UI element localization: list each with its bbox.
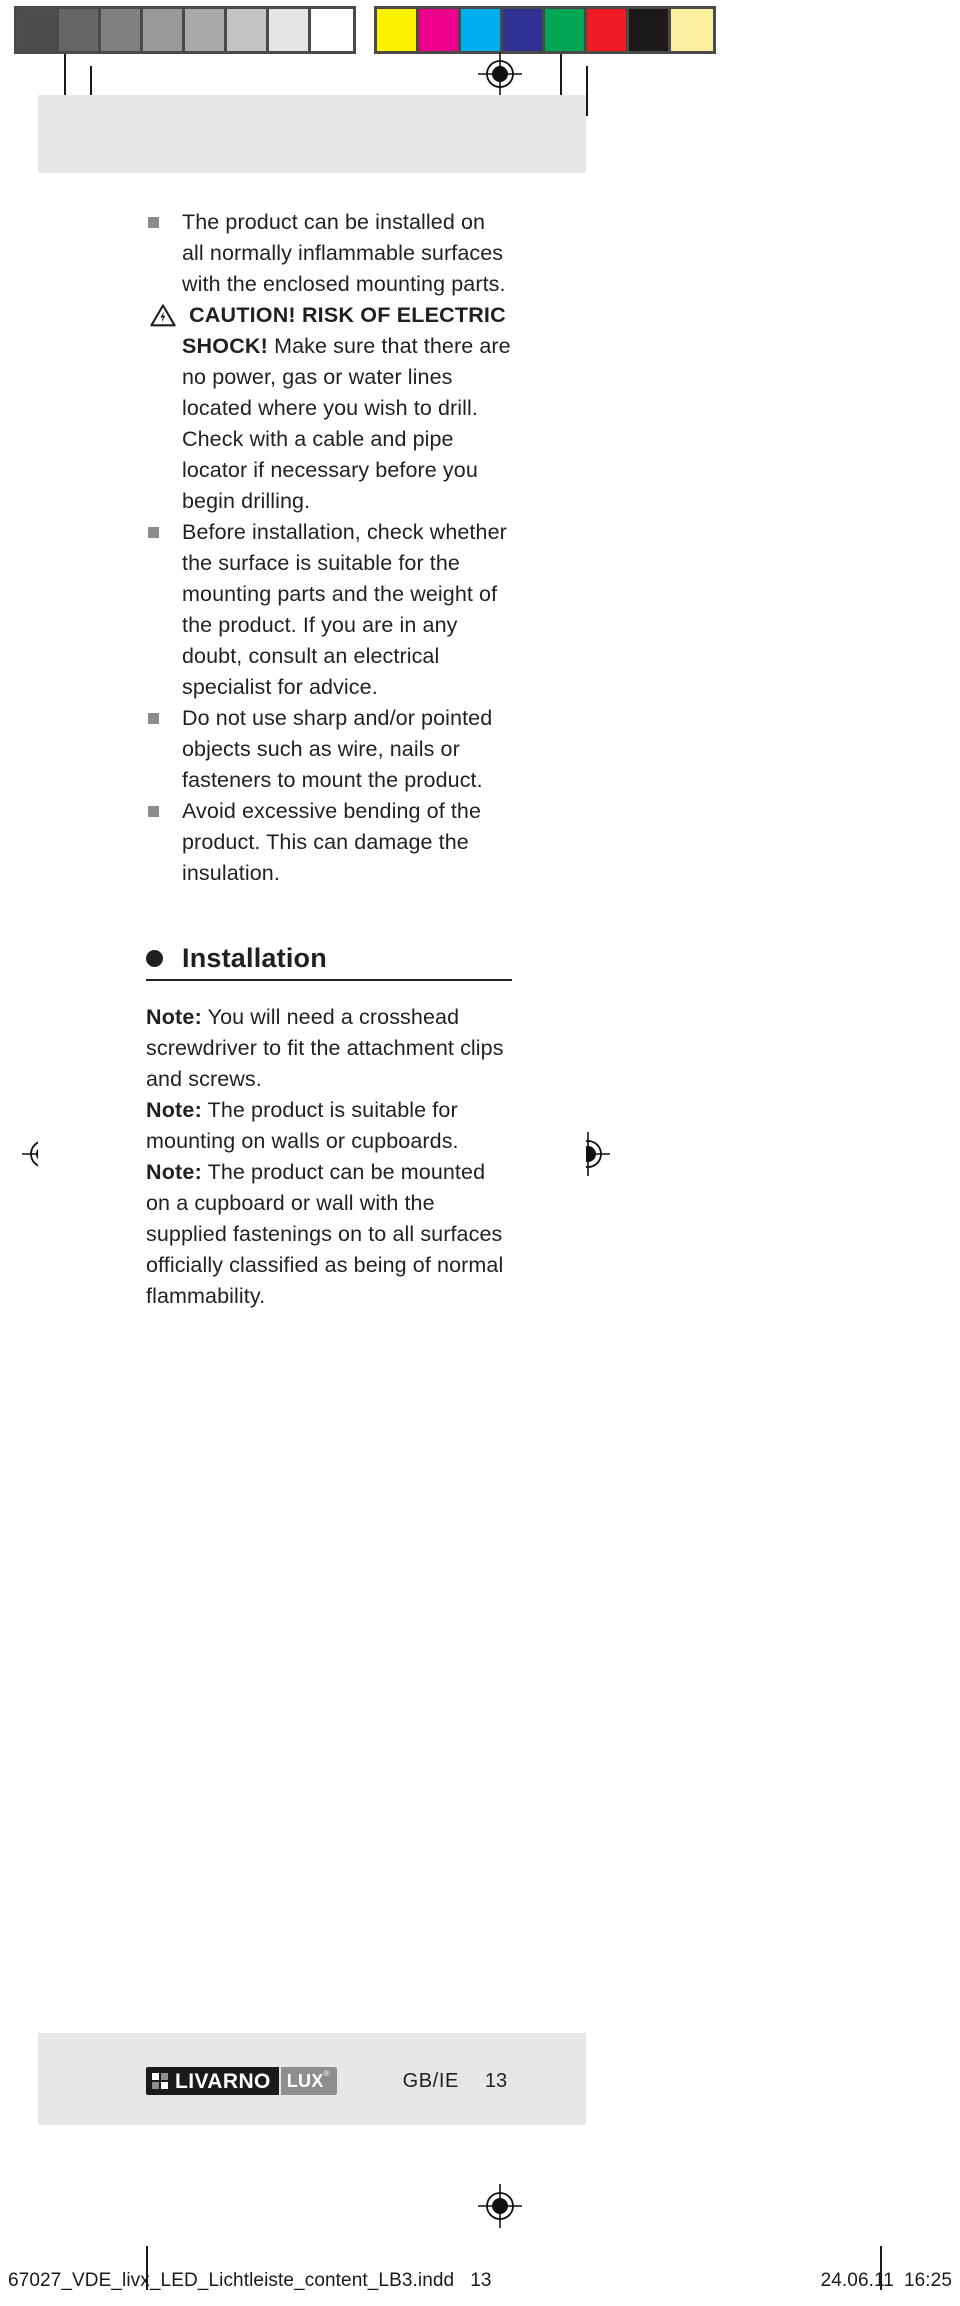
logo-lux-text: LUX	[286, 2071, 324, 2091]
registration-mark-bottom	[478, 2184, 522, 2228]
list-item-caution: CAUTION! RISK OF ELECTRIC SHOCK! Make su…	[146, 300, 512, 517]
note-paragraph: Note: You will need a crosshead screwdri…	[146, 1002, 512, 1095]
note-label: Note:	[146, 1005, 202, 1029]
note-label: Note:	[146, 1098, 202, 1122]
bullet-text: Before installation, check whether the s…	[182, 520, 507, 699]
registration-mark-top	[478, 52, 522, 96]
page-number: 13	[484, 2069, 508, 2092]
page-title: Installation	[182, 943, 327, 973]
safety-bullet-list: The product can be installed on all norm…	[146, 207, 512, 889]
caution-text: Make sure that there are no power, gas o…	[182, 334, 511, 513]
list-item: Do not use sharp and/or pointed objects …	[146, 703, 512, 796]
page-content: The product can be installed on all norm…	[146, 207, 512, 1312]
gray-patch	[17, 9, 59, 51]
square-bullet-icon	[148, 713, 159, 724]
color-patch	[545, 9, 587, 51]
gray-patch	[269, 9, 311, 51]
color-patch-group	[374, 6, 716, 54]
gray-patch	[185, 9, 227, 51]
logo-main-block: LIVARNO	[146, 2067, 279, 2095]
square-bullet-icon	[148, 806, 159, 817]
page-footer: LIVARNO LUX ® GB/IE 13	[146, 2067, 576, 2095]
bullet-text: Avoid excessive bending of the product. …	[182, 799, 482, 885]
page-top-gray-band	[38, 95, 586, 173]
gray-patch	[311, 9, 353, 51]
color-patch	[629, 9, 671, 51]
trim-line-top-right2	[586, 66, 588, 116]
color-patch	[503, 9, 545, 51]
color-patch	[419, 9, 461, 51]
logo-wordmark: LIVARNO	[175, 2069, 271, 2093]
logo-grid-cell	[161, 2082, 168, 2089]
note-paragraph: Note: The product is suitable for mounti…	[146, 1095, 512, 1157]
logo-grid-cell	[152, 2082, 159, 2089]
note-label: Note:	[146, 1160, 202, 1184]
note-paragraph: Note: The product can be mounted on a cu…	[146, 1157, 512, 1312]
imprint-page: 13	[470, 2270, 492, 2291]
color-patch	[587, 9, 629, 51]
registered-trademark-icon: ®	[323, 2069, 330, 2078]
square-bullet-icon	[148, 217, 159, 228]
locale-marker: GB/IE	[402, 2069, 459, 2092]
logo-grid-cell	[152, 2073, 159, 2080]
print-color-calibration-bar	[14, 6, 946, 54]
square-bullet-icon	[148, 527, 159, 538]
gray-patch	[101, 9, 143, 51]
livarno-lux-logo: LIVARNO LUX ®	[146, 2067, 337, 2095]
imprint-filename: 67027_VDE_livx_LED_Lichtleiste_content_L…	[8, 2270, 455, 2291]
color-patch	[377, 9, 419, 51]
section-heading-row: Installation	[146, 941, 512, 981]
logo-grid-icon	[152, 2073, 168, 2089]
warning-triangle-icon	[150, 304, 176, 327]
manual-page: The product can be installed on all norm…	[38, 95, 586, 2125]
color-patch	[461, 9, 503, 51]
logo-lux-block: LUX ®	[280, 2067, 337, 2095]
logo-grid-cell	[161, 2073, 168, 2080]
color-patch	[671, 9, 713, 51]
installation-section: Installation Note: You will need a cross…	[146, 941, 512, 1312]
gray-patch	[143, 9, 185, 51]
bullet-text: The product can be installed on all norm…	[182, 210, 506, 296]
gray-patch	[227, 9, 269, 51]
list-item: Before installation, check whether the s…	[146, 517, 512, 703]
gray-patch	[59, 9, 101, 51]
list-item: Avoid excessive bending of the product. …	[146, 796, 512, 889]
bullet-text: Do not use sharp and/or pointed objects …	[182, 706, 493, 792]
imprint-time: 16:25	[903, 2270, 952, 2291]
list-item: The product can be installed on all norm…	[146, 207, 512, 300]
circle-bullet-icon	[146, 950, 163, 967]
grayscale-patch-group	[14, 6, 356, 54]
print-imprint-line: 67027_VDE_livx_LED_Lichtleiste_content_L…	[8, 2270, 952, 2292]
imprint-date: 24.06.11	[820, 2270, 894, 2291]
